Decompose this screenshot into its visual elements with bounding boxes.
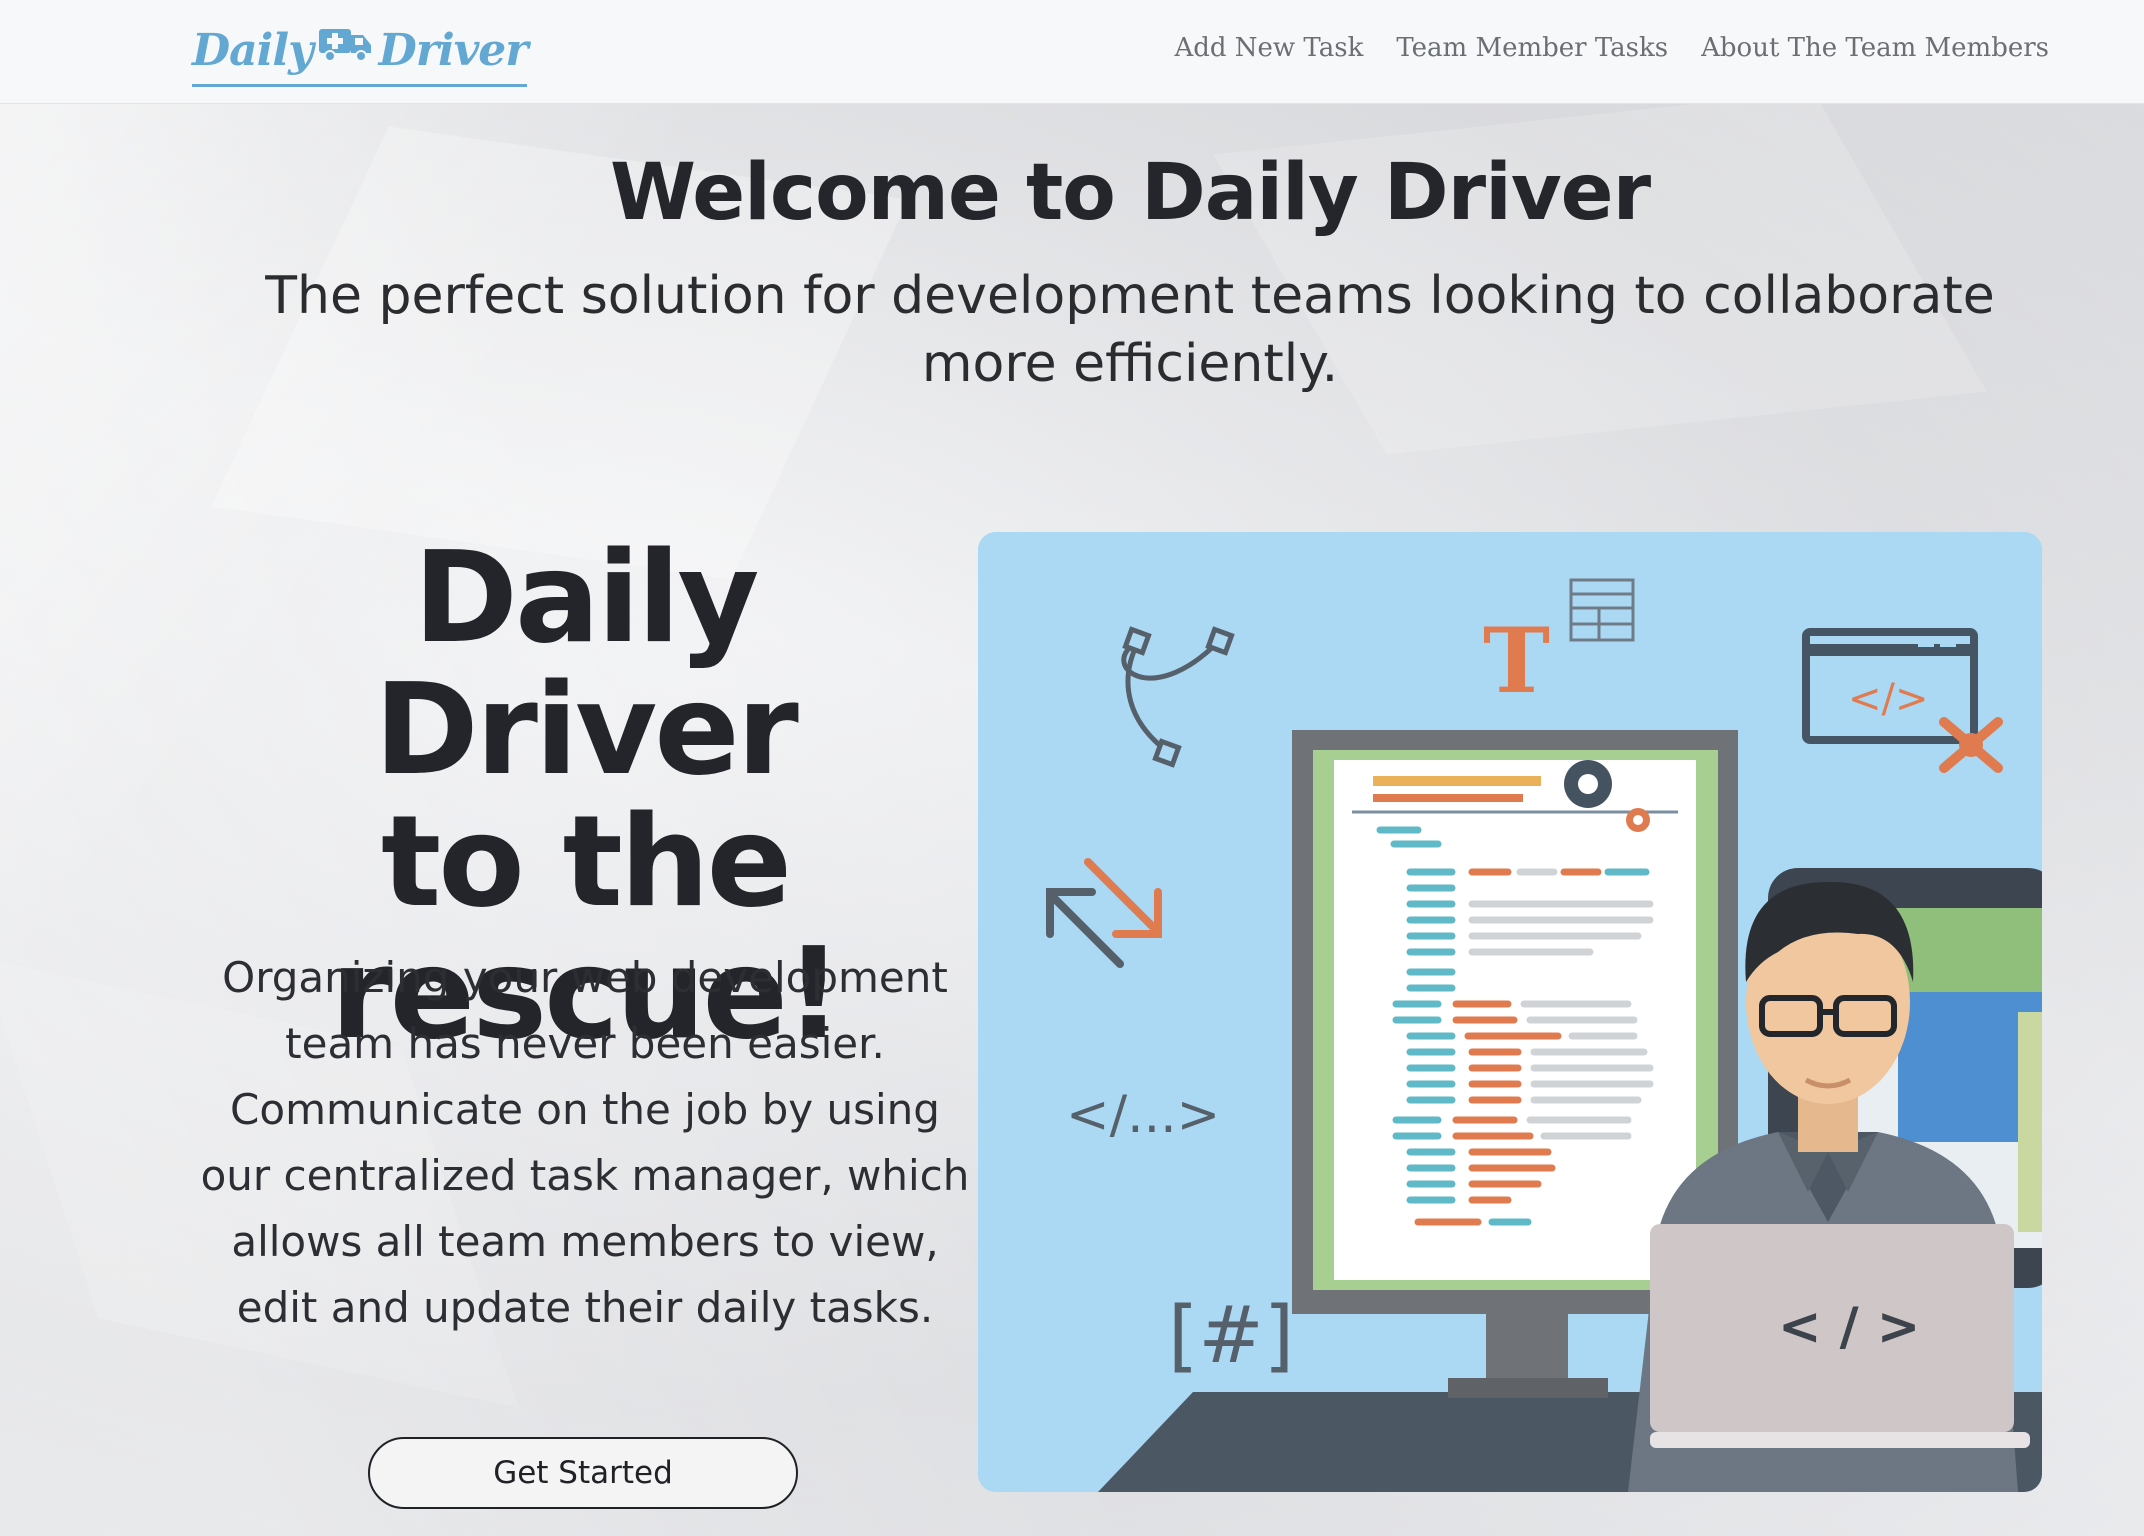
navbar: Daily Driver Add New Task Team Member Ta… (0, 0, 2144, 104)
nav-about-team-members[interactable]: About The Team Members (1701, 33, 2049, 63)
brand-text-left: Daily (192, 24, 314, 76)
tagline-line-2: to the (380, 788, 792, 935)
hero-subtitle: The perfect solution for development tea… (265, 266, 1995, 394)
text-tool-icon: T (1483, 608, 1550, 714)
brand-logo[interactable]: Daily Driver (192, 18, 529, 87)
brand-text-right: Driver (378, 24, 529, 76)
nav-team-member-tasks[interactable]: Team Member Tasks (1396, 33, 1668, 63)
tagline-line-1: Daily Driver (374, 524, 799, 803)
developer-illustration: T </> </...> [#] < / > (978, 532, 2042, 1492)
svg-text:< / >: < / > (1778, 1297, 1920, 1357)
svg-text:</>: </> (1848, 676, 1929, 722)
get-started-button[interactable]: Get Started (368, 1437, 798, 1509)
ambulance-truck-icon (317, 25, 375, 76)
hash-glyph: [#] (1168, 1291, 1294, 1381)
nav-add-new-task[interactable]: Add New Task (1174, 33, 1363, 63)
hero-title: Welcome to Daily Driver (609, 148, 1651, 238)
nav-links: Add New Task Team Member Tasks About The… (1174, 0, 2049, 95)
ellipsis-code-glyph: </...> (1066, 1085, 1220, 1145)
laptop-icon: < / > (1650, 1224, 2030, 1448)
feature-description: Organizing your web development team has… (200, 953, 970, 1332)
